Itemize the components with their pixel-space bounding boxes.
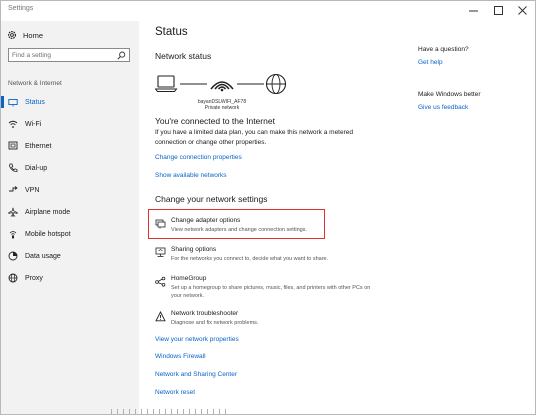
sidebar-item-label: Dial-up [25, 164, 48, 172]
section-label: Network & Internet [8, 80, 62, 87]
sidebar-item-dialup[interactable]: Dial-up [1, 157, 139, 179]
maximize-button[interactable] [487, 2, 509, 18]
windows-firewall-link[interactable]: Windows Firewall [155, 353, 206, 360]
sidebar: Home Network & Internet Status Wi-Fi Eth… [1, 21, 139, 414]
sidebar-item-label: Airplane mode [25, 208, 71, 216]
sharing-icon [155, 247, 166, 257]
home-label: Home [23, 30, 44, 40]
title-bar: Settings [1, 1, 535, 21]
option-sharing[interactable]: Sharing options For the networks you con… [155, 246, 385, 266]
sidebar-home[interactable]: Home [7, 28, 43, 42]
option-desc: For the networks you connect to, decide … [171, 256, 329, 262]
show-available-networks-link[interactable]: Show available networks [155, 172, 227, 179]
status-icon [8, 99, 18, 107]
better-heading: Make Windows better [418, 91, 481, 98]
maximize-icon [493, 5, 503, 15]
globe-icon [8, 273, 18, 283]
sidebar-nav: Status Wi-Fi Ethernet Dial-up VPN Airpla… [1, 91, 139, 289]
sidebar-item-airplane[interactable]: Airplane mode [1, 201, 139, 223]
phone-icon [9, 163, 18, 173]
highlight-box [148, 209, 325, 239]
search-input[interactable] [12, 49, 112, 61]
view-network-properties-link[interactable]: View your network properties [155, 336, 239, 343]
sidebar-item-label: Mobile hotspot [25, 230, 71, 238]
sidebar-item-hotspot[interactable]: Mobile hotspot [1, 223, 139, 245]
option-title: HomeGroup [171, 275, 207, 282]
sidebar-item-data-usage[interactable]: Data usage [1, 245, 139, 267]
sidebar-item-label: Status [25, 98, 45, 106]
wifi-icon [8, 120, 18, 128]
hotspot-icon [9, 231, 17, 239]
sidebar-item-label: Data usage [25, 252, 61, 260]
sidebar-item-proxy[interactable]: Proxy [1, 267, 139, 289]
option-desc: Set up a homegroup to share pictures, mu… [171, 285, 371, 299]
warning-icon [155, 311, 166, 322]
sidebar-item-label: Proxy [25, 274, 43, 282]
network-status-heading: Network status [155, 51, 212, 61]
change-settings-heading: Change your network settings [155, 194, 268, 204]
sidebar-item-label: VPN [25, 186, 40, 194]
settings-window: Settings Home Network & Internet [0, 0, 536, 415]
laptop-icon [154, 75, 178, 92]
minimize-button[interactable] [462, 2, 484, 18]
option-title: Network troubleshooter [171, 310, 239, 317]
close-icon [517, 5, 527, 15]
wifi-signal-icon [210, 81, 234, 92]
ethernet-icon [8, 141, 18, 150]
vpn-icon [9, 186, 18, 192]
sidebar-item-wifi[interactable]: Wi-Fi [1, 113, 139, 135]
bottom-edge-decoration [111, 409, 231, 414]
sidebar-item-label: Wi-Fi [25, 120, 42, 128]
minimize-icon [468, 10, 478, 11]
homegroup-icon [155, 276, 166, 287]
sidebar-item-vpn[interactable]: VPN [1, 179, 139, 201]
airplane-icon [8, 207, 18, 217]
sidebar-item-ethernet[interactable]: Ethernet [1, 135, 139, 157]
close-button[interactable] [511, 2, 533, 18]
sidebar-item-label: Ethernet [25, 142, 52, 150]
network-reset-link[interactable]: Network reset [155, 389, 195, 396]
question-heading: Have a question? [418, 46, 469, 53]
search-icon[interactable] [117, 51, 126, 60]
get-help-link[interactable]: Get help [418, 59, 443, 66]
page-title: Status [155, 26, 188, 38]
option-title: Sharing options [171, 246, 217, 253]
option-homegroup[interactable]: HomeGroup Set up a homegroup to share pi… [155, 275, 385, 301]
internet-globe-icon [265, 73, 287, 95]
change-connection-properties-link[interactable]: Change connection properties [155, 154, 242, 161]
data-usage-icon [8, 251, 18, 261]
feedback-link[interactable]: Give us feedback [418, 104, 468, 111]
window-title: Settings [8, 5, 34, 12]
gear-icon [7, 30, 17, 40]
option-troubleshooter[interactable]: Network troubleshooter Diagnose and fix … [155, 310, 385, 330]
sidebar-item-status[interactable]: Status [1, 91, 139, 113]
network-sharing-center-link[interactable]: Network and Sharing Center [155, 371, 237, 378]
search-box[interactable] [8, 48, 130, 62]
connected-heading: You're connected to the Internet [155, 116, 275, 126]
connected-description: If you have a limited data plan, you can… [155, 129, 353, 146]
option-desc: Diagnose and fix network problems. [171, 320, 259, 326]
network-type: Private network [204, 105, 240, 111]
